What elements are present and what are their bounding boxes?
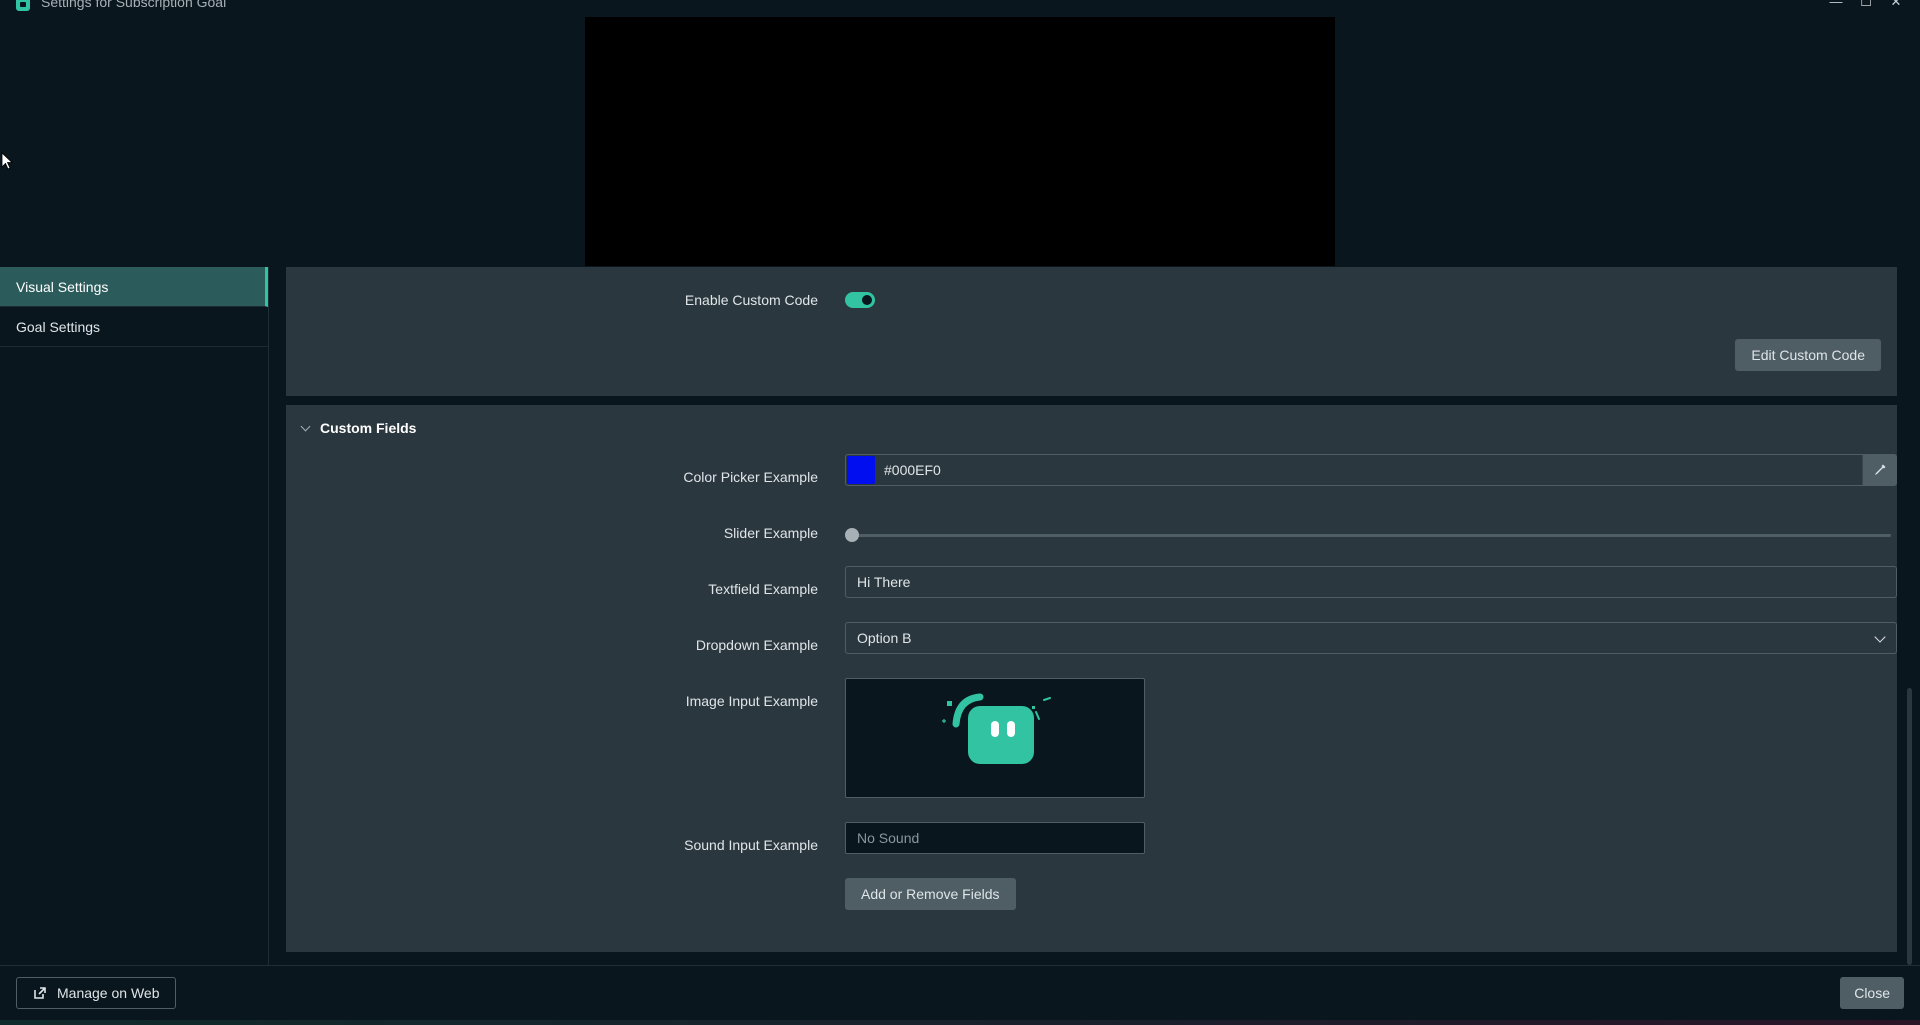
color-picker-field[interactable]: #000EF0: [845, 454, 1897, 486]
minimize-button[interactable]: —: [1828, 0, 1844, 11]
slider-label: Slider Example: [723, 525, 818, 541]
title-bar: Settings for Subscription Goal — ☐ ✕: [0, 0, 1920, 17]
dropdown-label: Dropdown Example: [695, 637, 818, 653]
slider-track[interactable]: [845, 534, 1891, 537]
maximize-button[interactable]: ☐: [1858, 0, 1874, 11]
footer-bar: Manage on Web Close: [0, 965, 1920, 1025]
image-input-preview[interactable]: [845, 678, 1145, 798]
close-window-button[interactable]: ✕: [1888, 0, 1904, 11]
add-remove-fields-button[interactable]: Add or Remove Fields: [845, 878, 1016, 910]
section-title: Custom Fields: [320, 420, 417, 436]
sound-input-label: Sound Input Example: [684, 837, 818, 853]
dropdown-select[interactable]: Option B: [845, 622, 1897, 654]
settings-content: Enable Custom Code Edit Custom Code Cust…: [270, 267, 1920, 965]
robot-mascot-icon: [942, 693, 1051, 764]
dropdown-value: Option B: [857, 630, 912, 646]
textfield-input[interactable]: Hi There: [845, 566, 1897, 598]
color-picker-label: Color Picker Example: [683, 469, 818, 485]
color-hex-value: #000EF0: [884, 462, 941, 478]
eyedropper-icon: [1874, 464, 1885, 475]
sound-input-value: No Sound: [857, 830, 920, 846]
sound-input-field[interactable]: No Sound: [845, 822, 1145, 854]
textfield-label: Textfield Example: [708, 581, 818, 597]
app-logo-icon: [16, 0, 30, 11]
sidebar-item-goal-settings[interactable]: Goal Settings: [0, 307, 268, 347]
mouse-cursor-icon: [1, 152, 13, 170]
enable-custom-code-label: Enable Custom Code: [684, 292, 818, 308]
settings-sidebar: Visual Settings Goal Settings: [0, 267, 269, 965]
custom-fields-header[interactable]: Custom Fields: [300, 418, 416, 438]
image-input-label: Image Input Example: [685, 693, 818, 709]
slider-thumb[interactable]: [845, 528, 859, 542]
close-button[interactable]: Close: [1840, 977, 1904, 1009]
enable-custom-code-toggle[interactable]: [845, 292, 875, 308]
manage-on-web-button[interactable]: Manage on Web: [16, 977, 177, 1009]
external-link-icon: [34, 987, 46, 999]
edit-custom-code-button[interactable]: Edit Custom Code: [1735, 339, 1881, 371]
preview-canvas: [585, 17, 1335, 266]
textfield-value: Hi There: [857, 574, 911, 590]
color-swatch[interactable]: [847, 456, 875, 484]
eyedropper-button[interactable]: [1862, 455, 1896, 485]
chevron-down-icon: [1874, 631, 1886, 643]
manage-on-web-label: Manage on Web: [57, 985, 160, 1001]
custom-fields-panel: Custom Fields Color Picker Example #000E…: [286, 405, 1897, 952]
custom-code-panel: Enable Custom Code Edit Custom Code: [286, 267, 1897, 396]
window-title: Settings for Subscription Goal: [41, 0, 227, 10]
widget-preview-area: [0, 17, 1920, 266]
sidebar-item-visual-settings[interactable]: Visual Settings: [0, 267, 268, 307]
bottom-strip: [0, 1020, 1920, 1025]
scrollbar-thumb[interactable]: [1907, 688, 1912, 965]
chevron-down-icon: [300, 423, 310, 433]
